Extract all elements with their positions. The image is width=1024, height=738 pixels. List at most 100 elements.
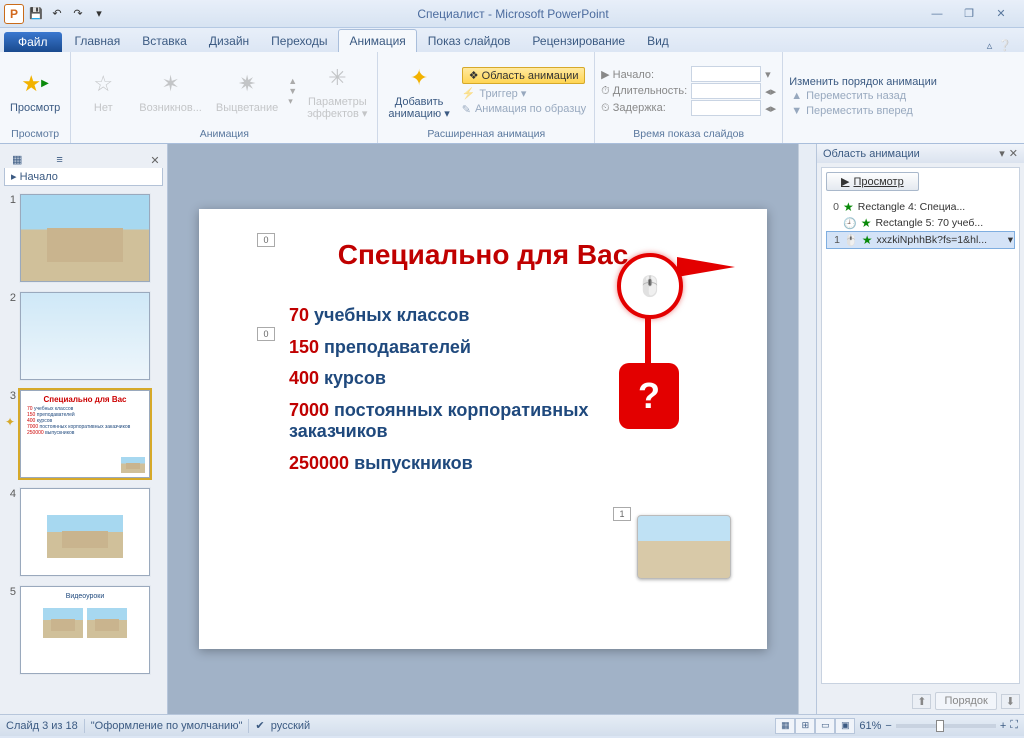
slide-editor[interactable]: 0 Специально для Вас 0 70 учебных классо…: [168, 144, 798, 714]
anim-play-button[interactable]: ▶Просмотр: [826, 172, 919, 191]
group-timing: ▶ Начало:▾ ⏱ Длительность:◂▸ ⏲ Задержка:…: [595, 52, 783, 143]
ribbon-collapse-icon[interactable]: ▵: [987, 39, 993, 52]
entry-effect-icon: ★: [843, 200, 854, 214]
reading-view-button[interactable]: ▭: [815, 718, 835, 734]
thumb-5[interactable]: 5Видеоуроки: [4, 586, 163, 674]
group-advanced-animation: ✦Добавить анимацию ▾ ❖ Область анимации …: [378, 52, 595, 143]
anim-badge-0a[interactable]: 0: [257, 233, 275, 247]
sorter-view-button[interactable]: ⊞: [795, 718, 815, 734]
thumb-1[interactable]: 1: [4, 194, 163, 282]
thumb-4[interactable]: 4: [4, 488, 163, 576]
trigger-button[interactable]: ⚡Триггер ▾: [460, 86, 588, 101]
anim-entry-2[interactable]: 1🖱️★xxzkiNphhBk?fs=1&hl...▾: [826, 231, 1015, 249]
entry-dropdown-icon[interactable]: ▾: [1008, 234, 1013, 246]
annotation-arrow: [677, 257, 735, 277]
slides-tab[interactable]: ▦: [4, 151, 30, 168]
preview-button[interactable]: ★▶ Просмотр: [6, 66, 64, 116]
section-header[interactable]: ▸ Начало: [4, 168, 163, 186]
app-icon[interactable]: P: [4, 4, 24, 24]
duration-input[interactable]: [691, 83, 761, 99]
slide-canvas[interactable]: 0 Специально для Вас 0 70 учебных классо…: [199, 209, 767, 649]
restore-button[interactable]: ❐: [958, 6, 980, 22]
animation-painter-button[interactable]: ✎Анимация по образцу: [460, 102, 588, 117]
zoom-out-icon[interactable]: −: [885, 720, 891, 732]
animation-pane-button[interactable]: ❖ Область анимации: [460, 66, 588, 85]
outline-tab[interactable]: ≡: [48, 152, 70, 168]
status-bar: Слайд 3 из 18 "Оформление по умолчанию" …: [0, 714, 1024, 736]
anim-gallery-more[interactable]: ▲▼▾: [288, 76, 297, 107]
play-icon: ▶: [841, 175, 849, 188]
anim-badge-0b[interactable]: 0: [257, 327, 275, 341]
window-controls: — ❐ ✕: [914, 6, 1024, 22]
help-icon[interactable]: ❔: [998, 39, 1012, 52]
order-button[interactable]: Порядок: [935, 692, 996, 710]
fit-window-icon[interactable]: ⛶: [1010, 719, 1018, 732]
add-animation-button[interactable]: ✦Добавить анимацию ▾: [384, 60, 453, 122]
add-animation-icon: ✦: [403, 62, 435, 94]
spellcheck-icon[interactable]: ✔: [255, 719, 264, 732]
zoom-level[interactable]: 61%: [859, 720, 881, 732]
file-tab[interactable]: Файл: [4, 32, 62, 52]
delay-stepper-icon[interactable]: ◂▸: [765, 102, 776, 115]
annotation-question: ?: [619, 363, 679, 429]
start-dropdown-icon[interactable]: ▾: [765, 68, 776, 81]
effect-options-button[interactable]: ✳Параметры эффектов ▾: [303, 60, 371, 122]
animation-pane-header: Область анимации ▾✕: [817, 144, 1024, 163]
reorder-title: Изменить порядок анимации: [789, 76, 937, 88]
group-animation: ☆Нет ✶Возникнов... ✷Выцветание ▲▼▾ ✳Пара…: [71, 52, 378, 143]
status-language[interactable]: русский: [271, 720, 310, 732]
anim-badge-1[interactable]: 1: [613, 507, 631, 521]
save-icon[interactable]: 💾: [27, 5, 45, 23]
anim-none-button[interactable]: ☆Нет: [77, 66, 129, 116]
entry-effect-icon: ★: [862, 233, 873, 247]
close-button[interactable]: ✕: [990, 6, 1012, 22]
trigger-icon: ⚡: [462, 87, 476, 100]
thumb-2[interactable]: 2: [4, 292, 163, 380]
reorder-down-icon[interactable]: ⬇: [1001, 694, 1020, 709]
move-earlier-button[interactable]: ▲ Переместить назад: [789, 89, 937, 103]
thumb-3[interactable]: 3 ✦ Специально для Вас 70 учебных классо…: [4, 390, 163, 478]
slide-picture[interactable]: [637, 515, 731, 579]
qat-dropdown-icon[interactable]: ▾: [90, 5, 108, 23]
start-input[interactable]: [691, 66, 761, 82]
tab-view[interactable]: Вид: [636, 29, 680, 52]
view-buttons: ▦ ⊞ ▭ ▣: [775, 718, 855, 734]
move-later-button[interactable]: ▼ Переместить вперед: [789, 104, 937, 118]
status-slide: Слайд 3 из 18: [6, 720, 78, 732]
anim-pane-close-icon[interactable]: ✕: [1009, 147, 1018, 160]
minimize-button[interactable]: —: [926, 6, 948, 22]
anim-fade-button[interactable]: ✷Выцветание: [212, 66, 282, 116]
thumbnails-list: 1 2 3 ✦ Специально для Вас 70 учебных кл…: [0, 190, 167, 714]
tab-slideshow[interactable]: Показ слайдов: [417, 29, 522, 52]
status-theme: "Оформление по умолчанию": [91, 720, 243, 732]
window-title: Специалист - Microsoft PowerPoint: [112, 7, 914, 21]
delay-input[interactable]: [691, 100, 761, 116]
duration-stepper-icon[interactable]: ◂▸: [765, 85, 776, 98]
anim-none-icon: ☆: [87, 68, 119, 100]
effect-options-icon: ✳: [321, 62, 353, 94]
redo-icon[interactable]: ↷: [69, 5, 87, 23]
tab-transitions[interactable]: Переходы: [260, 29, 338, 52]
undo-icon[interactable]: ↶: [48, 5, 66, 23]
anim-pane-dropdown-icon[interactable]: ▾: [999, 147, 1005, 160]
painter-icon: ✎: [462, 103, 471, 116]
thumb-panel-close-icon[interactable]: ✕: [147, 152, 163, 168]
anim-appear-button[interactable]: ✶Возникнов...: [135, 66, 206, 116]
tab-insert[interactable]: Вставка: [131, 29, 198, 52]
tab-review[interactable]: Рецензирование: [521, 29, 636, 52]
tab-home[interactable]: Главная: [64, 29, 132, 52]
reorder-up-icon[interactable]: ⬆: [912, 694, 931, 709]
preview-star-icon: ★▶: [19, 68, 51, 100]
title-bar: P 💾 ↶ ↷ ▾ Специалист - Microsoft PowerPo…: [0, 0, 1024, 28]
editor-scrollbar[interactable]: [798, 144, 816, 714]
animation-entries-list: 0★Rectangle 4: Специа... 🕘★Rectangle 5: …: [826, 199, 1015, 249]
tab-design[interactable]: Дизайн: [198, 29, 260, 52]
anim-entry-0[interactable]: 0★Rectangle 4: Специа...: [826, 199, 1015, 215]
annotation-stem: [645, 317, 651, 365]
slideshow-view-button[interactable]: ▣: [835, 718, 855, 734]
anim-entry-1[interactable]: 🕘★Rectangle 5: 70 учеб...: [826, 215, 1015, 231]
tab-animations[interactable]: Анимация: [338, 29, 416, 52]
zoom-slider[interactable]: [896, 724, 996, 728]
normal-view-button[interactable]: ▦: [775, 718, 795, 734]
zoom-in-icon[interactable]: +: [1000, 720, 1006, 732]
